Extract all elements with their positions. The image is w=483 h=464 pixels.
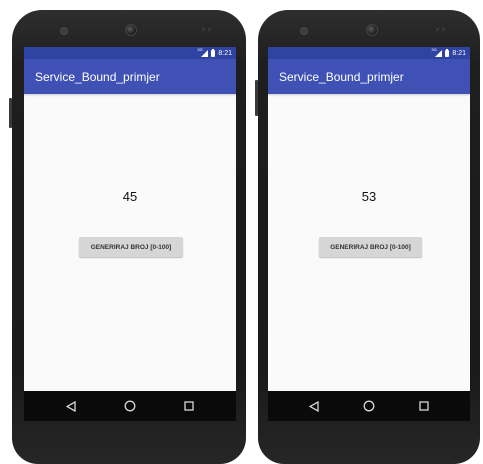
generated-number: 53	[361, 189, 377, 204]
status-time: 8:21	[452, 49, 466, 57]
status-bar: 3G 8:21	[24, 47, 236, 59]
phone-device-left: 3G 8:21 Service_Bound_primjer 45 GENERIR…	[9, 10, 246, 464]
earpiece-speaker	[300, 27, 308, 35]
battery-icon	[445, 48, 450, 57]
side-button	[9, 98, 12, 128]
proximity-sensors	[436, 28, 448, 32]
back-triangle-icon[interactable]	[307, 399, 321, 413]
front-camera	[125, 24, 137, 36]
status-bar: 3G 8:21	[268, 47, 470, 59]
phone-screen: 3G 8:21 Service_Bound_primjer 53 GENERIR…	[268, 47, 470, 421]
status-time: 8:21	[218, 49, 232, 57]
recents-square-icon[interactable]	[182, 399, 196, 413]
side-button	[255, 80, 258, 116]
back-triangle-icon[interactable]	[64, 399, 78, 413]
main-content: 53 GENERIRAJ BROJ [0-100]	[268, 94, 470, 391]
recents-square-icon[interactable]	[417, 399, 431, 413]
app-title: Service_Bound_primjer	[35, 69, 160, 84]
signal-icon: 3G	[197, 47, 209, 57]
front-camera	[366, 24, 378, 36]
main-content: 45 GENERIRAJ BROJ [0-100]	[24, 94, 236, 391]
generate-number-button[interactable]: GENERIRAJ BROJ [0-100]	[319, 237, 422, 257]
signal-icon: 3G	[431, 47, 443, 57]
generate-number-button[interactable]: GENERIRAJ BROJ [0-100]	[79, 237, 183, 257]
generated-number: 45	[122, 189, 138, 204]
phone-screen: 3G 8:21 Service_Bound_primjer 45 GENERIR…	[24, 47, 236, 421]
navigation-bar	[24, 391, 236, 421]
screenshot-stage: 3G 8:21 Service_Bound_primjer 45 GENERIR…	[0, 0, 483, 464]
home-circle-icon[interactable]	[123, 399, 137, 413]
app-bar: Service_Bound_primjer	[268, 59, 470, 94]
app-bar: Service_Bound_primjer	[24, 59, 236, 94]
phone-device-right: 3G 8:21 Service_Bound_primjer 53 GENERIR…	[255, 10, 480, 464]
navigation-bar	[268, 391, 470, 421]
battery-icon	[211, 48, 216, 57]
earpiece-speaker	[60, 27, 68, 35]
proximity-sensors	[202, 28, 214, 32]
home-circle-icon[interactable]	[362, 399, 376, 413]
app-title: Service_Bound_primjer	[279, 69, 404, 84]
